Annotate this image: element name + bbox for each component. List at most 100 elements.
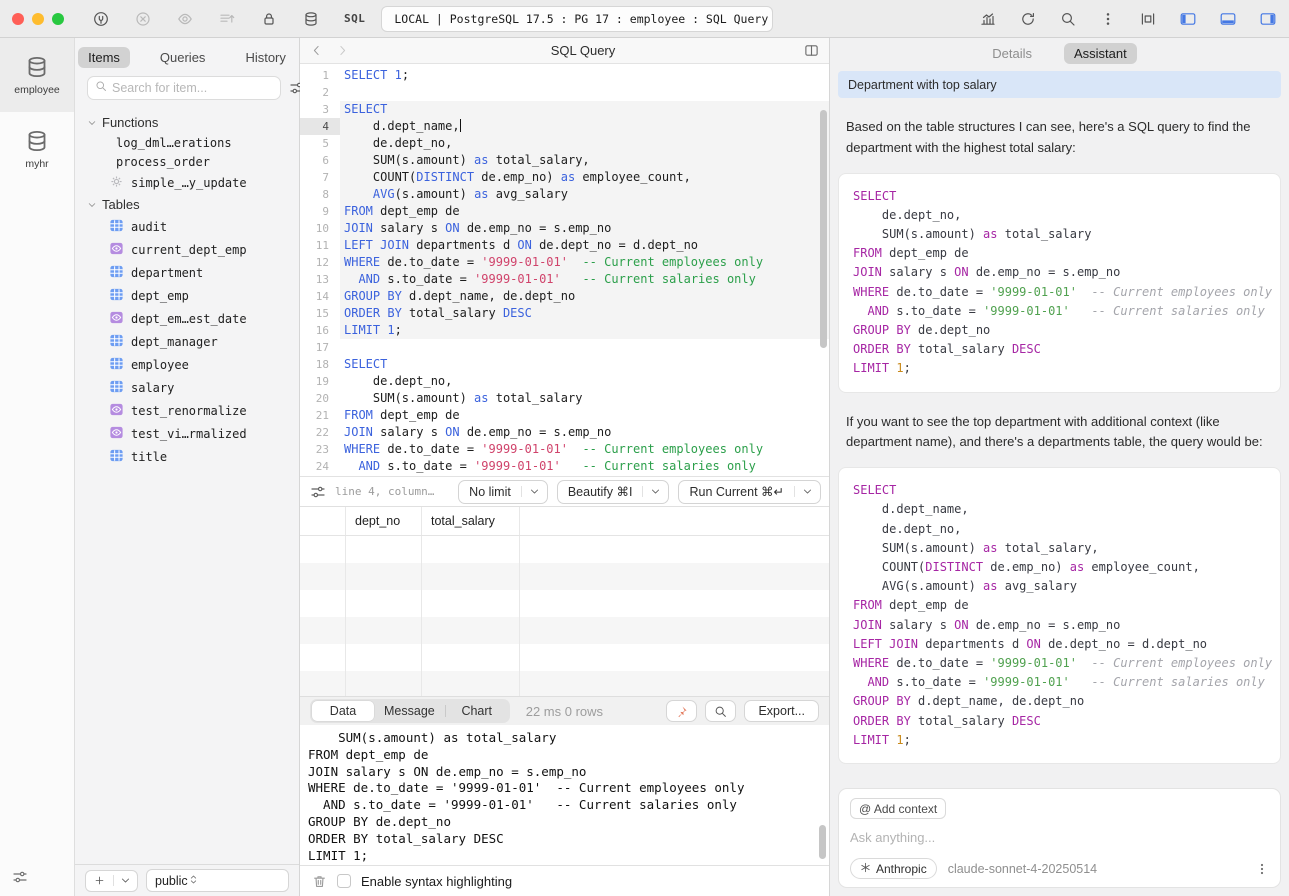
panel-tab-details[interactable]: Details bbox=[982, 43, 1042, 64]
pin-result-button[interactable] bbox=[666, 700, 697, 722]
connection-plug-icon[interactable] bbox=[92, 10, 110, 28]
tree-item-test_vi…rmalized[interactable]: test_vi…rmalized bbox=[75, 422, 299, 445]
add-context-button[interactable]: @ Add context bbox=[850, 798, 946, 819]
connection-employee[interactable]: employee bbox=[0, 38, 74, 112]
sql-editor[interactable]: 1 SELECT 1; 2 3 SELECT 4 d.dept_name, 5 … bbox=[300, 64, 829, 476]
beautify-button[interactable]: Beautify ⌘I bbox=[557, 480, 670, 504]
panel-tab-assistant[interactable]: Assistant bbox=[1064, 43, 1137, 64]
editor-line-18[interactable]: 18 SELECT bbox=[300, 356, 829, 373]
tree-item-employee[interactable]: employee bbox=[75, 353, 299, 376]
message-panel[interactable]: SUM(s.amount) as total_salaryFROM dept_e… bbox=[300, 725, 829, 865]
tree-item-title[interactable]: title bbox=[75, 445, 299, 468]
more-kebab-icon[interactable] bbox=[1099, 10, 1117, 28]
run-current-button[interactable]: Run Current ⌘↵ bbox=[678, 480, 821, 504]
table-row[interactable] bbox=[300, 644, 829, 671]
editor-line-4[interactable]: 4 d.dept_name, bbox=[300, 118, 829, 135]
editor-line-21[interactable]: 21 FROM dept_emp de bbox=[300, 407, 829, 424]
editor-line-17[interactable]: 17 bbox=[300, 339, 829, 356]
tree-item-log_dml…erations[interactable]: log_dml…erations bbox=[75, 133, 299, 152]
editor-line-5[interactable]: 5 de.dept_no, bbox=[300, 135, 829, 152]
tree-item-audit[interactable]: audit bbox=[75, 215, 299, 238]
trash-icon[interactable] bbox=[312, 874, 327, 889]
refresh-icon[interactable] bbox=[1019, 10, 1037, 28]
results-tab-chart[interactable]: Chart bbox=[446, 701, 508, 721]
editor-line-24[interactable]: 24 AND s.to_date = '9999-01-01' -- Curre… bbox=[300, 458, 829, 475]
editor-line-13[interactable]: 13 AND s.to_date = '9999-01-01' -- Curre… bbox=[300, 271, 829, 288]
tree-item-process_order[interactable]: process_order bbox=[75, 152, 299, 171]
editor-line-20[interactable]: 20 SUM(s.amount) as total_salary bbox=[300, 390, 829, 407]
search-results-button[interactable] bbox=[705, 700, 736, 722]
table-row[interactable] bbox=[300, 563, 829, 590]
editor-line-9[interactable]: 9 FROM dept_emp de bbox=[300, 203, 829, 220]
section-tables[interactable]: Tables bbox=[75, 194, 299, 215]
eye-icon[interactable] bbox=[176, 10, 194, 28]
editor-line-11[interactable]: 11 LEFT JOIN departments d ON de.dept_no… bbox=[300, 237, 829, 254]
tree-item-department[interactable]: department bbox=[75, 261, 299, 284]
zoom-window-button[interactable] bbox=[52, 13, 64, 25]
minimize-window-button[interactable] bbox=[32, 13, 44, 25]
editor-line-2[interactable]: 2 bbox=[300, 84, 829, 101]
sidebar-tab-queries[interactable]: Queries bbox=[150, 47, 216, 68]
editor-line-8[interactable]: 8 AVG(s.amount) as avg_salary bbox=[300, 186, 829, 203]
back-icon[interactable] bbox=[310, 44, 324, 58]
table-row[interactable] bbox=[300, 536, 829, 563]
table-row[interactable] bbox=[300, 617, 829, 644]
table-row[interactable] bbox=[300, 671, 829, 696]
chart-icon[interactable] bbox=[979, 10, 997, 28]
center-layout-icon[interactable] bbox=[1139, 10, 1157, 28]
database-icon[interactable] bbox=[302, 10, 320, 28]
message-scrollbar[interactable] bbox=[819, 825, 826, 859]
section-functions[interactable]: Functions bbox=[75, 112, 299, 133]
editor-line-6[interactable]: 6 SUM(s.amount) as total_salary, bbox=[300, 152, 829, 169]
column-header-dept_no[interactable]: dept_no bbox=[346, 507, 422, 535]
search-box[interactable] bbox=[87, 76, 281, 100]
editor-line-1[interactable]: 1 SELECT 1; bbox=[300, 67, 829, 84]
tree-item-simple_…y_update[interactable]: simple_…y_update bbox=[75, 171, 299, 194]
results-grid-body[interactable] bbox=[300, 536, 829, 696]
column-header-total_salary[interactable]: total_salary bbox=[422, 507, 520, 535]
editor-line-23[interactable]: 23 WHERE de.to_date = '9999-01-01' -- Cu… bbox=[300, 441, 829, 458]
editor-line-15[interactable]: 15 ORDER BY total_salary DESC bbox=[300, 305, 829, 322]
editor-line-10[interactable]: 10 JOIN salary s ON de.emp_no = s.emp_no bbox=[300, 220, 829, 237]
conversation-title[interactable]: Department with top salary bbox=[838, 71, 1281, 98]
export-button[interactable]: Export... bbox=[744, 700, 819, 722]
search-input[interactable] bbox=[112, 81, 273, 95]
editor-scrollbar[interactable] bbox=[820, 110, 827, 348]
toggle-right-panel-icon[interactable] bbox=[1259, 10, 1277, 28]
editor-line-12[interactable]: 12 WHERE de.to_date = '9999-01-01' -- Cu… bbox=[300, 254, 829, 271]
tree-item-dept_manager[interactable]: dept_manager bbox=[75, 330, 299, 353]
open-queries-icon[interactable] bbox=[218, 10, 236, 28]
toggle-bottom-panel-icon[interactable] bbox=[1219, 10, 1237, 28]
editor-line-3[interactable]: 3 SELECT bbox=[300, 101, 829, 118]
provider-selector[interactable]: Anthropic bbox=[850, 858, 937, 879]
editor-line-16[interactable]: 16 LIMIT 1; bbox=[300, 322, 829, 339]
tree-item-dept_emp[interactable]: dept_emp bbox=[75, 284, 299, 307]
tree-item-test_renormalize[interactable]: test_renormalize bbox=[75, 399, 299, 422]
composer-menu-icon[interactable] bbox=[1255, 862, 1269, 876]
toggle-left-panel-icon[interactable] bbox=[1179, 10, 1197, 28]
sidebar-tab-items[interactable]: Items bbox=[78, 47, 130, 68]
results-tab-data[interactable]: Data bbox=[312, 701, 374, 721]
limit-button[interactable]: No limit bbox=[458, 480, 548, 504]
results-tab-message[interactable]: Message bbox=[374, 701, 445, 721]
connection-myhr[interactable]: myhr bbox=[0, 112, 74, 186]
tree-item-salary[interactable]: salary bbox=[75, 376, 299, 399]
tree-item-current_dept_emp[interactable]: current_dept_emp bbox=[75, 238, 299, 261]
schema-select[interactable]: public bbox=[146, 869, 289, 892]
table-row[interactable] bbox=[300, 590, 829, 617]
filter-icon[interactable] bbox=[310, 484, 326, 500]
disconnect-icon[interactable] bbox=[134, 10, 152, 28]
forward-icon[interactable] bbox=[336, 44, 350, 58]
lock-icon[interactable] bbox=[260, 10, 278, 28]
editor-line-7[interactable]: 7 COUNT(DISTINCT de.emp_no) as employee_… bbox=[300, 169, 829, 186]
filter-icon[interactable] bbox=[12, 869, 28, 890]
tree-item-dept_em…est_date[interactable]: dept_em…est_date bbox=[75, 307, 299, 330]
add-item-button[interactable] bbox=[85, 870, 138, 892]
sidebar-tab-history[interactable]: History bbox=[235, 47, 295, 68]
editor-line-22[interactable]: 22 JOIN salary s ON de.emp_no = s.emp_no bbox=[300, 424, 829, 441]
close-window-button[interactable] bbox=[12, 13, 24, 25]
editor-line-19[interactable]: 19 de.dept_no, bbox=[300, 373, 829, 390]
editor-line-14[interactable]: 14 GROUP BY d.dept_name, de.dept_no bbox=[300, 288, 829, 305]
search-icon[interactable] bbox=[1059, 10, 1077, 28]
syntax-highlighting-checkbox[interactable] bbox=[337, 874, 351, 888]
